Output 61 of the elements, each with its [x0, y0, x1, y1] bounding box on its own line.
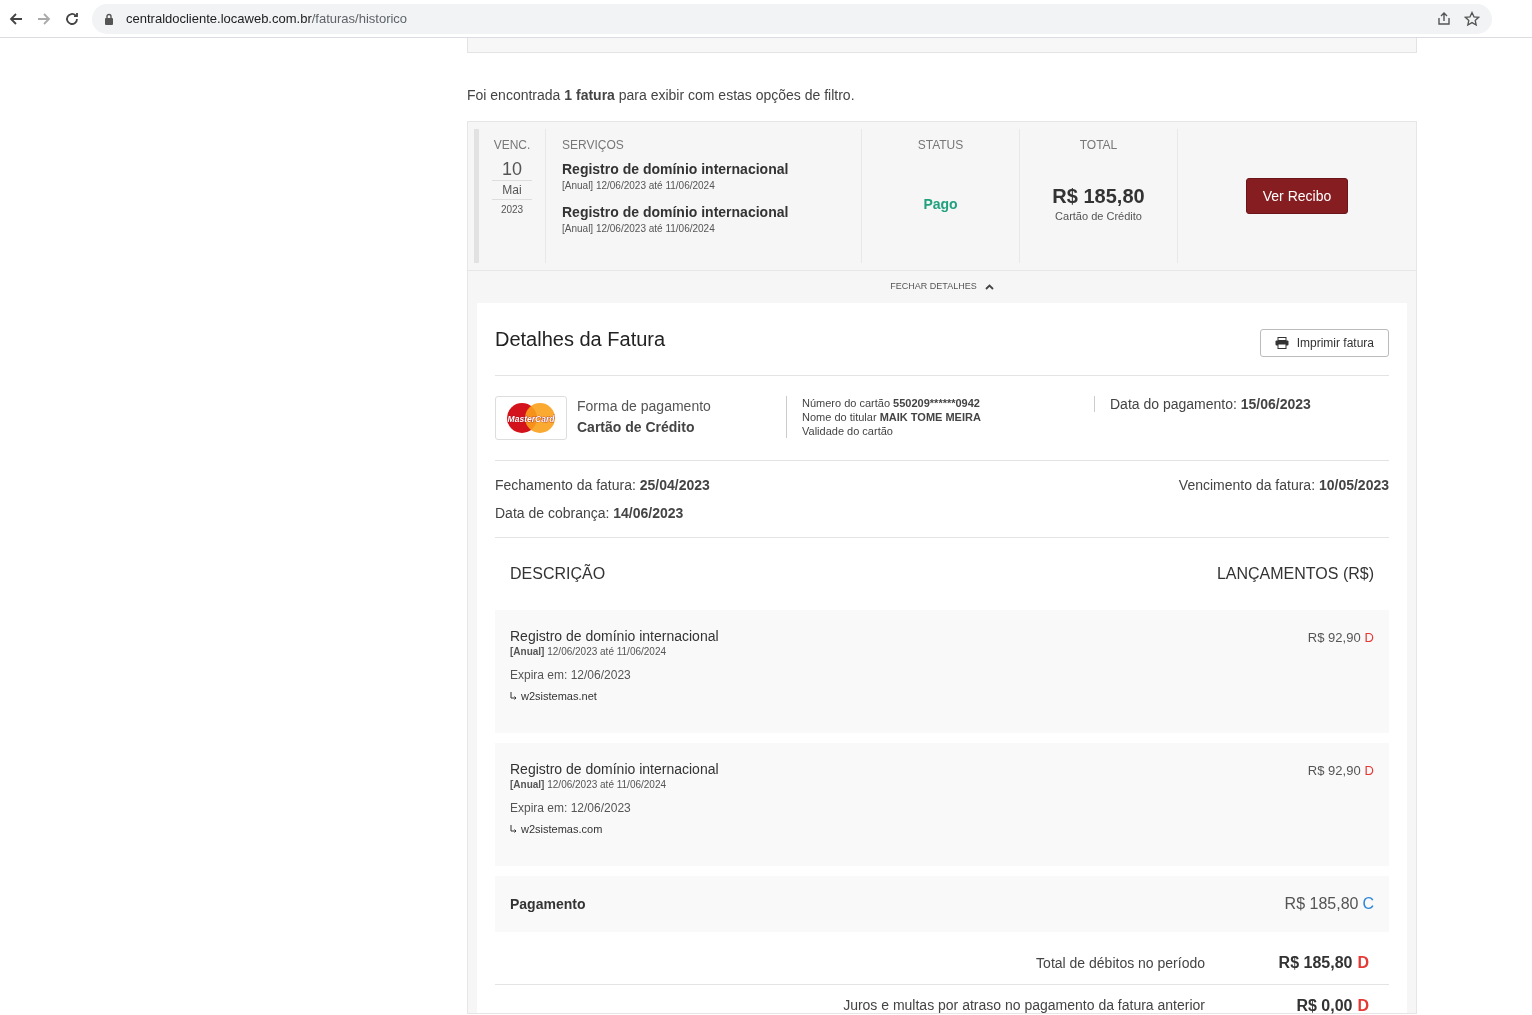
due-date: Vencimento da fatura: 10/05/2023 — [1178, 476, 1389, 495]
debit-credit-label: D — [1364, 629, 1374, 647]
service-name: Registro de domínio internacional — [562, 203, 790, 221]
total-label: Juros e multas por atraso no pagamento da fatura anterior — [842, 996, 1205, 1015]
column-header: STATUS — [917, 137, 964, 154]
entry-name: Registro de domínio internacional — [510, 628, 719, 644]
reload-icon[interactable] — [64, 10, 80, 27]
payment-method: Cartão de Crédito — [1055, 209, 1142, 224]
entry-period: [Anual] 12/06/2023 até 11/06/2024 — [510, 778, 668, 792]
print-button[interactable]: Imprimir fatura — [1259, 329, 1389, 357]
closing-date: Fechamento da fatura: 25/04/2023 — [495, 476, 710, 495]
url-text: centraldocliente.locaweb.com.br/faturas/historico — [126, 9, 409, 28]
entry-expiry: Expira em: 12/06/2023 — [510, 667, 632, 684]
column-header: LANÇAMENTOS (R$) — [1216, 564, 1374, 584]
details-title: Detalhes da Fatura — [495, 327, 666, 352]
status-text: Pago — [923, 195, 958, 214]
address-bar[interactable]: centraldocliente.locaweb.com.br/faturas/historico — [92, 3, 1492, 34]
entry-name: Registro de domínio internacional — [510, 761, 719, 777]
billing-date: Data de cobrança: 14/06/2023 — [495, 504, 685, 523]
entry-name: Pagamento — [510, 894, 586, 914]
star-icon[interactable] — [1464, 10, 1480, 27]
share-icon[interactable] — [1436, 10, 1452, 27]
service-period: [Anual] 12/06/2023 até 11/06/2024 — [562, 179, 716, 193]
debit-credit-label: D — [1357, 953, 1369, 973]
entry-domain: w2sistemas.net — [521, 689, 597, 704]
debit-credit-label: D — [1364, 762, 1374, 780]
debit-credit-label: D — [1357, 995, 1369, 1015]
printer-icon — [1274, 337, 1289, 349]
receipt-button[interactable]: Ver Recibo — [1245, 178, 1349, 214]
total-value: R$ 0,00 — [1296, 995, 1353, 1015]
payment-date: Data do pagamento: 15/06/2023 — [1094, 396, 1311, 412]
column-header: DESCRIÇÃO — [510, 563, 606, 584]
lock-icon — [104, 12, 114, 25]
due-year: 2023 — [500, 203, 524, 217]
entry-domain: w2sistemas.com — [521, 822, 603, 837]
payment-method: Cartão de Crédito — [577, 418, 696, 437]
chevron-up-icon — [984, 284, 994, 290]
debit-credit-label: C — [1362, 894, 1374, 914]
return-arrow-icon — [510, 825, 517, 834]
entry-expiry: Expira em: 12/06/2023 — [510, 800, 632, 817]
total-amount: R$ 185,80 — [1052, 184, 1145, 208]
entry-amount: R$ 92,90 — [1307, 762, 1361, 780]
card-holder: Nome do titular MAIK TOME MEIRA — [802, 410, 982, 424]
entry-amount: R$ 185,80 — [1284, 894, 1359, 914]
payment-method-label: Forma de pagamento — [577, 397, 712, 416]
column-header: TOTAL — [1079, 137, 1118, 154]
column-header: SERVIÇOS — [562, 137, 625, 154]
column-header: VENC. — [493, 137, 531, 154]
service-period: [Anual] 12/06/2023 até 11/06/2024 — [562, 222, 716, 236]
return-arrow-icon — [510, 692, 517, 701]
entry-period: [Anual] 12/06/2023 até 11/06/2024 — [510, 645, 668, 659]
result-summary: Foi encontrada 1 fatura para exibir com estas opções de filtro. — [467, 86, 856, 105]
total-label: Total de débitos no período — [1035, 953, 1205, 973]
entry-amount: R$ 92,90 — [1307, 629, 1361, 647]
due-month: Mai — [492, 181, 532, 200]
total-value: R$ 185,80 — [1278, 953, 1353, 973]
card-number: Número do cartão 550209******0942 — [802, 396, 981, 410]
due-day: 10 — [492, 158, 532, 181]
service-name: Registro de domínio internacional — [562, 160, 790, 178]
card-validity: Validade do cartão — [802, 424, 894, 438]
back-icon[interactable] — [8, 10, 24, 27]
